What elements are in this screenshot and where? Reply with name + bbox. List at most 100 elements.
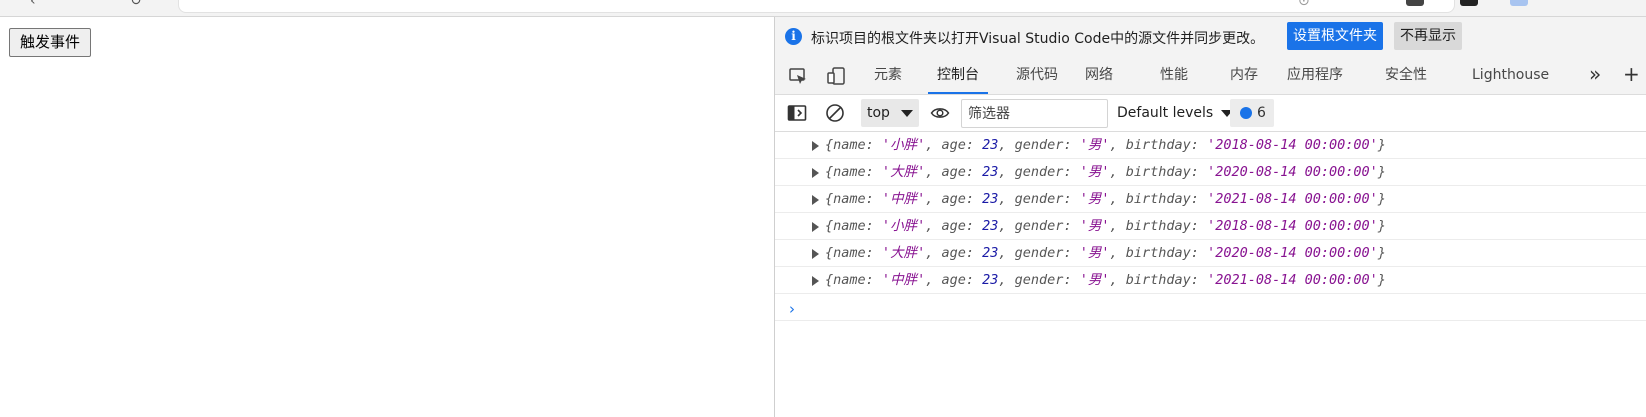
colon: : xyxy=(1190,191,1208,207)
tab-network[interactable]: 网络 xyxy=(1085,56,1113,94)
separator: , xyxy=(998,164,1015,180)
dont-show-again-button[interactable]: 不再显示 xyxy=(1394,22,1462,50)
refresh-icon[interactable]: ↻ xyxy=(130,0,142,8)
quote: ' xyxy=(881,164,891,180)
separator: , xyxy=(1109,272,1126,288)
colon: : xyxy=(865,218,882,234)
tab-security[interactable]: 安全性 xyxy=(1385,56,1427,94)
expand-triangle-icon[interactable] xyxy=(812,195,819,205)
inspect-element-icon[interactable] xyxy=(788,66,808,86)
issues-counter[interactable]: 6 xyxy=(1230,99,1274,127)
console-log-row[interactable]: {name: '小胖', age: 23, gender: '男', birth… xyxy=(775,213,1646,240)
address-bar[interactable] xyxy=(178,0,1455,13)
profile-icon[interactable] xyxy=(1460,0,1478,6)
log-levels-value: Default levels xyxy=(1117,105,1214,121)
separator: , xyxy=(998,191,1015,207)
quote: ' xyxy=(881,245,891,261)
separator: , xyxy=(925,272,942,288)
expand-triangle-icon[interactable] xyxy=(812,276,819,286)
tab-performance[interactable]: 性能 xyxy=(1160,56,1188,94)
log-levels-dropdown[interactable]: Default levels xyxy=(1117,99,1235,127)
expand-triangle-icon[interactable] xyxy=(812,222,819,232)
colon: : xyxy=(1190,272,1208,288)
quote: ' xyxy=(1079,191,1088,207)
console-log-row[interactable]: {name: '大胖', age: 23, gender: '男', birth… xyxy=(775,159,1646,186)
expand-triangle-icon[interactable] xyxy=(812,249,819,259)
console-filter-input[interactable] xyxy=(961,99,1108,128)
colon: : xyxy=(1190,245,1208,261)
console-log-row[interactable]: {name: '大胖', age: 23, gender: '男', birth… xyxy=(775,240,1646,267)
account-icon[interactable] xyxy=(1510,0,1528,6)
quote: ' xyxy=(1369,218,1378,234)
brace-close: } xyxy=(1377,272,1386,288)
value-birthday: 2018-08-14 00:00:00 xyxy=(1215,218,1370,234)
value-age: 23 xyxy=(982,191,999,207)
zoom-icon[interactable]: ⊙ xyxy=(1298,0,1310,8)
logged-object: {name: '小胖', age: 23, gender: '男', birth… xyxy=(825,132,1386,158)
colon: : xyxy=(965,164,983,180)
key-name: name xyxy=(833,272,866,288)
key-age: age xyxy=(941,245,966,261)
separator: , xyxy=(1109,245,1126,261)
tab-console[interactable]: 控制台 xyxy=(928,56,988,94)
console-log-row[interactable]: {name: '小胖', age: 23, gender: '男', birth… xyxy=(775,132,1646,159)
tab-application[interactable]: 应用程序 xyxy=(1287,56,1343,94)
back-icon[interactable]: ‹ xyxy=(30,0,36,8)
tab-memory[interactable]: 内存 xyxy=(1230,56,1258,94)
clear-console-icon[interactable] xyxy=(825,103,845,123)
browser-toolbar: ‹ ↻ ⊙ xyxy=(0,0,1646,17)
value-gender: 男 xyxy=(1087,164,1102,180)
colon: : xyxy=(965,137,983,153)
separator: , xyxy=(998,137,1015,153)
key-name: name xyxy=(833,218,866,234)
tab-elements[interactable]: 元素 xyxy=(874,56,902,94)
tab-lighthouse[interactable]: Lighthouse xyxy=(1472,56,1549,94)
key-gender: gender xyxy=(1014,137,1064,153)
more-tabs-icon[interactable]: » xyxy=(1589,56,1601,94)
message-bubble-icon xyxy=(1240,107,1252,119)
quote: ' xyxy=(1207,245,1216,261)
value-name: 小胖 xyxy=(890,137,918,153)
colon: : xyxy=(1063,272,1080,288)
brace-open: { xyxy=(825,245,834,261)
quote: ' xyxy=(881,191,891,207)
workspace-infobar: i 标识项目的根文件夹以打开Visual Studio Code中的源文件并同步… xyxy=(775,17,1646,56)
value-birthday: 2021-08-14 00:00:00 xyxy=(1215,191,1370,207)
key-birthday: birthday xyxy=(1125,272,1191,288)
set-root-folder-button[interactable]: 设置根文件夹 xyxy=(1287,22,1383,50)
context-value: top xyxy=(867,105,890,121)
key-birthday: birthday xyxy=(1125,164,1191,180)
expand-triangle-icon[interactable] xyxy=(812,141,819,151)
live-expression-eye-icon[interactable] xyxy=(930,103,950,123)
value-age: 23 xyxy=(982,272,999,288)
expand-triangle-icon[interactable] xyxy=(812,168,819,178)
context-selector[interactable]: top xyxy=(861,99,919,127)
quote: ' xyxy=(917,164,926,180)
device-toolbar-icon[interactable] xyxy=(826,66,846,86)
console-output: {name: '小胖', age: 23, gender: '男', birth… xyxy=(775,132,1646,417)
separator: , xyxy=(925,164,942,180)
add-tab-icon[interactable]: + xyxy=(1623,56,1640,94)
quote: ' xyxy=(1207,137,1216,153)
console-log-row[interactable]: {name: '中胖', age: 23, gender: '男', birth… xyxy=(775,267,1646,294)
devtools-tabbar: 元素 控制台 源代码 网络 性能 内存 应用程序 安全性 Lighthouse … xyxy=(775,56,1646,95)
colon: : xyxy=(1063,137,1080,153)
quote: ' xyxy=(1369,245,1378,261)
separator: , xyxy=(1109,218,1126,234)
quote: ' xyxy=(1207,191,1216,207)
colon: : xyxy=(1063,245,1080,261)
console-log-row[interactable]: {name: '中胖', age: 23, gender: '男', birth… xyxy=(775,186,1646,213)
sidebar-toggle-icon[interactable] xyxy=(787,103,807,123)
separator: , xyxy=(1109,164,1126,180)
colon: : xyxy=(1190,137,1208,153)
value-name: 小胖 xyxy=(890,218,918,234)
quote: ' xyxy=(881,218,891,234)
trigger-event-button[interactable]: 触发事件 xyxy=(9,28,92,57)
separator: , xyxy=(998,272,1015,288)
chevron-down-icon xyxy=(901,110,913,117)
extension-icon[interactable] xyxy=(1406,0,1424,6)
colon: : xyxy=(865,272,882,288)
console-prompt-row[interactable]: › xyxy=(775,294,1646,321)
tab-sources[interactable]: 源代码 xyxy=(1016,56,1058,94)
prompt-chevron-icon: › xyxy=(789,300,795,318)
